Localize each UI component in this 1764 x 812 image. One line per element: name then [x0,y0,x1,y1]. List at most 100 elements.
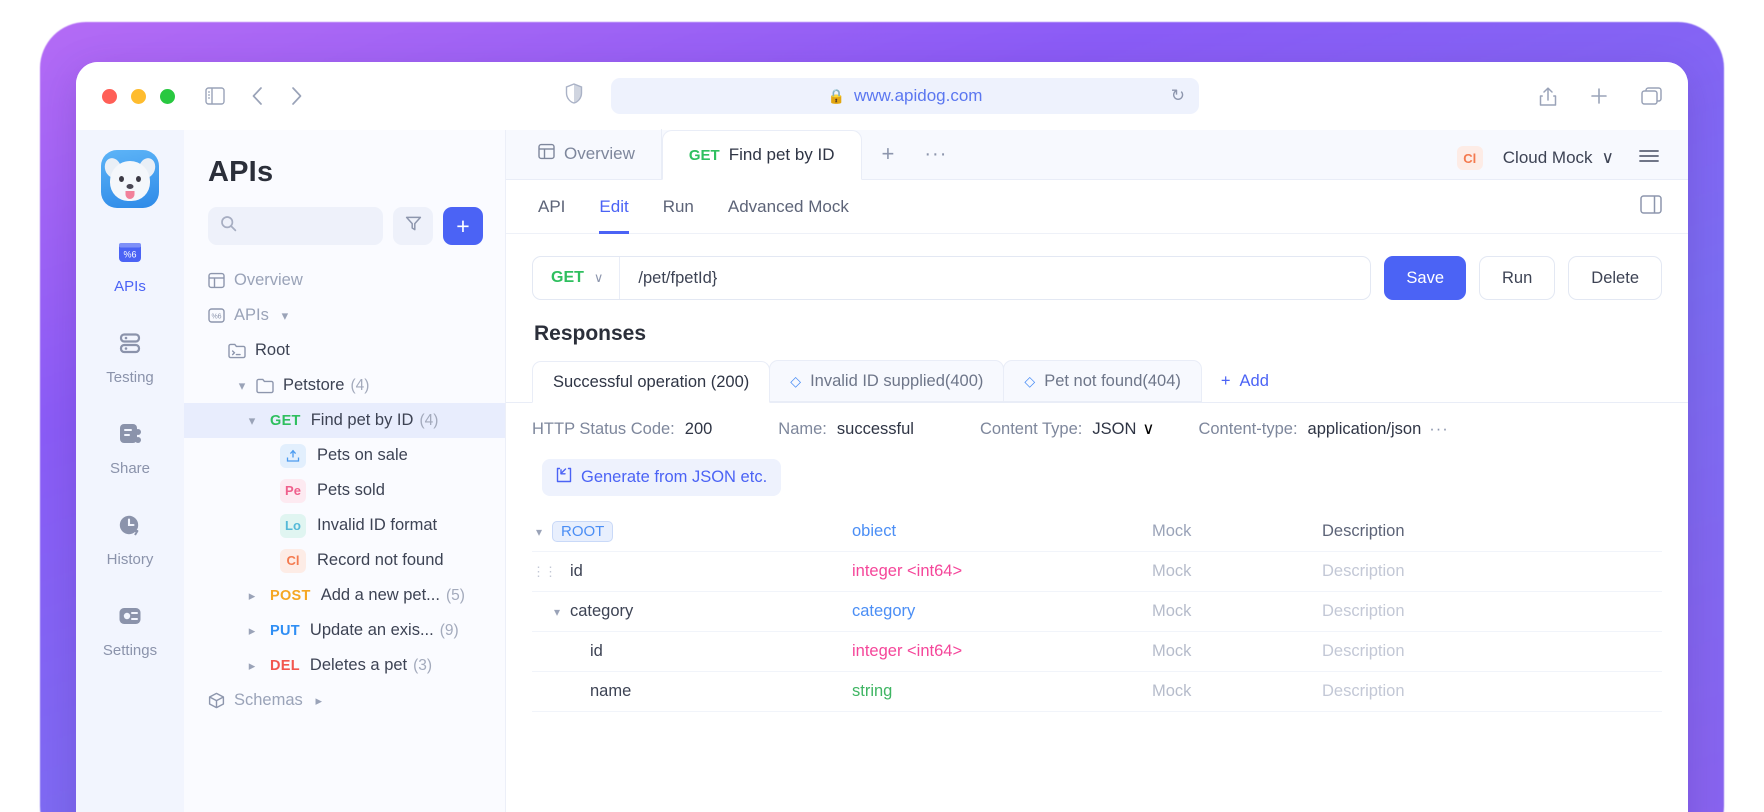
tree-item-update-an-existing-pet[interactable]: ▸ PUT Update an exis... (9) [184,613,505,648]
schema-desc-category-id[interactable]: Description [1322,642,1662,661]
schema-row-category-name[interactable]: name string Mock Description [532,672,1662,712]
search-input[interactable] [208,207,383,245]
tree-item-apis[interactable]: %6 APIs ▾ [184,298,505,333]
content-type-value[interactable]: JSON [1092,420,1136,439]
chevron-right-icon[interactable]: ▸ [311,693,327,709]
schema-row-root[interactable]: ▾ ROOT obiect Mock Description [532,512,1662,552]
subtab-api[interactable]: API [538,180,565,234]
schema-mock-id[interactable]: Mock [1152,562,1322,581]
name-value[interactable]: successful [837,420,914,439]
maximize-window-button[interactable] [160,88,175,104]
tab-overview-icon[interactable] [1641,86,1662,106]
tab-more-button[interactable]: ··· [914,129,957,179]
minimize-window-button[interactable] [131,88,146,104]
window-traffic-lights[interactable] [102,88,175,104]
history-clock-icon [116,511,144,544]
rail-item-testing[interactable]: Testing [76,329,184,386]
response-tab-400[interactable]: ◇ Invalid ID supplied(400) [769,360,1005,402]
subtab-run[interactable]: Run [663,180,694,234]
tree-item-add-a-new-pet[interactable]: ▸ POST Add a new pet... (5) [184,578,505,613]
schema-row-id[interactable]: ⋮⋮ id integer <int64> Mock Description [532,552,1662,592]
response-tab-200[interactable]: Successful operation (200) [532,361,771,403]
schema-mock-category[interactable]: Mock [1152,602,1322,621]
schema-mock-category-id[interactable]: Mock [1152,642,1322,661]
tree-item-invalid-id-format[interactable]: Lo Invalid ID format [184,508,505,543]
tree-item-find-pet-by-id[interactable]: ▾ GET Find pet by ID (4) [184,403,505,438]
tree-count-update-an-existing-pet: (9) [439,621,459,639]
apis-small-icon: %6 [208,307,225,324]
run-button[interactable]: Run [1479,256,1556,300]
tree-item-petstore[interactable]: ▾ Petstore (4) [184,368,505,403]
shield-icon[interactable] [565,83,583,109]
chevron-right-icon[interactable]: ▸ [244,658,260,674]
schema-mock-category-name[interactable]: Mock [1152,682,1322,701]
close-window-button[interactable] [102,88,117,104]
tab-overview[interactable]: Overview [512,129,662,179]
schema-desc-category[interactable]: Description [1322,602,1662,621]
add-response-button[interactable]: + Add [1201,360,1289,402]
chevron-down-icon[interactable]: ▾ [532,525,546,539]
meta-more-button[interactable]: ··· [1429,420,1448,439]
new-tab-plus-icon[interactable] [1589,86,1609,106]
rail-item-share[interactable]: Share [76,420,184,477]
chevron-down-icon[interactable]: ∨ [1142,419,1154,439]
tree-item-pets-on-sale[interactable]: Pets on sale [184,438,505,473]
root-folder-icon [228,342,246,359]
tree-method-put: PUT [270,622,300,639]
column-header-description[interactable]: Description [1322,522,1662,541]
method-select[interactable]: GET ∨ [533,257,621,299]
schema-row-category[interactable]: ▾ category category Mock Description [532,592,1662,632]
rail-item-history[interactable]: History [76,511,184,568]
response-tab-label-200: Successful operation (200) [553,372,750,391]
back-arrow-icon[interactable] [251,86,264,106]
tree-item-pets-sold[interactable]: Pe Pets sold [184,473,505,508]
tree-item-deletes-a-pet[interactable]: ▸ DEL Deletes a pet (3) [184,648,505,683]
subtab-edit[interactable]: Edit [599,180,628,234]
address-bar[interactable]: 🔒 www.apidog.com ↻ [611,78,1199,114]
schema-desc-category-name[interactable]: Description [1322,682,1662,701]
content-header-value[interactable]: application/json [1308,420,1422,439]
right-panel-toggle-icon[interactable] [1640,194,1662,219]
tree-item-root[interactable]: Root [184,333,505,368]
schema-name-cell: ▾ category [532,602,852,621]
filter-button[interactable] [393,207,433,245]
chevron-down-icon[interactable]: ▾ [244,413,260,429]
share-icon [116,420,144,453]
add-api-button[interactable]: + [443,207,483,245]
browser-chrome: 🔒 www.apidog.com ↻ [76,62,1688,130]
rail-item-apis[interactable]: %6 APIs [76,238,184,295]
chevron-down-icon[interactable]: ▾ [550,605,564,619]
generate-from-json-button[interactable]: Generate from JSON etc. [542,459,782,496]
forward-arrow-icon[interactable] [290,86,303,106]
request-url-box[interactable]: GET ∨ /pet/fpetId} [532,256,1372,300]
subtab-advanced-mock[interactable]: Advanced Mock [728,180,849,234]
column-header-mock[interactable]: Mock [1152,522,1322,541]
tab-find-pet-by-id[interactable]: GET Find pet by ID [661,130,862,180]
chevron-right-icon[interactable]: ▸ [244,623,260,639]
schema-row-category-id[interactable]: id integer <int64> Mock Description [532,632,1662,672]
chevron-down-icon[interactable]: ▾ [277,308,293,324]
sidebar-toggle-icon[interactable] [205,87,225,105]
chevron-right-icon[interactable]: ▸ [244,588,260,604]
tree-item-overview[interactable]: Overview [184,263,505,298]
drag-handle-icon[interactable]: ⋮⋮ [532,564,557,580]
menu-button[interactable] [1626,144,1672,173]
schema-desc-id[interactable]: Description [1322,562,1662,581]
reload-icon[interactable]: ↻ [1171,86,1185,106]
tree-item-record-not-found[interactable]: Cl Record not found [184,543,505,578]
rail-item-settings[interactable]: Settings [76,602,184,659]
share-icon[interactable] [1539,86,1557,107]
response-tab-label-404: Pet not found(404) [1044,371,1181,390]
response-tab-404[interactable]: ◇ Pet not found(404) [1003,360,1202,402]
save-button[interactable]: Save [1384,256,1467,300]
tree-item-schemas[interactable]: Schemas ▸ [184,683,505,718]
delete-button[interactable]: Delete [1568,256,1662,300]
new-tab-button[interactable]: + [862,129,915,179]
plus-icon: + [881,141,895,166]
status-code-value[interactable]: 200 [685,420,713,439]
path-input[interactable]: /pet/fpetId} [620,269,717,288]
chevron-down-icon[interactable]: ▾ [234,378,250,394]
dog-avatar[interactable] [101,150,159,208]
environment-selector[interactable]: Cl Cloud Mock ∨ [1445,142,1626,174]
tree-label-invalid-id-format: Invalid ID format [317,516,438,534]
